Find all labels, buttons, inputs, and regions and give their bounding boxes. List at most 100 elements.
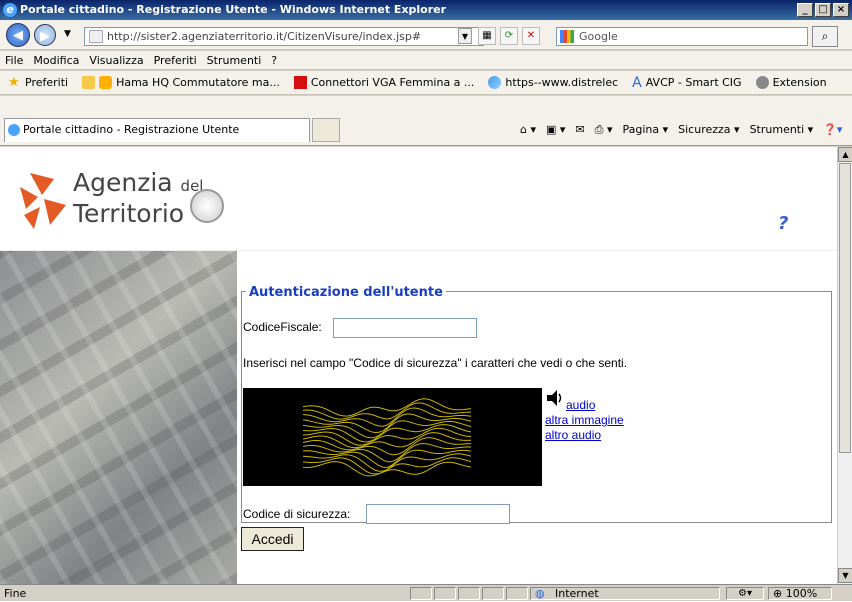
favorite-label: AVCP - Smart CIG <box>645 76 742 89</box>
codice-sicurezza-label: Codice di sicurezza: <box>243 507 351 521</box>
favorite-item-avcp[interactable]: A AVCP - Smart CIG <box>632 75 741 91</box>
codicefiscale-input[interactable] <box>333 318 477 338</box>
menu-preferiti[interactable]: Preferiti <box>154 51 197 69</box>
site-header: Agenzia del Territorio ? <box>0 147 837 251</box>
protected-mode-icon[interactable]: ⚙▾ <box>726 587 764 600</box>
history-dropdown-icon[interactable]: ▼ <box>64 29 71 39</box>
address-bar[interactable]: http://sister2.agenziaterritorio.it/Citi… <box>84 27 484 46</box>
minimize-button[interactable]: _ <box>797 3 813 17</box>
tab-title: Portale cittadino - Registrazione Utente <box>23 123 240 136</box>
menu-file[interactable]: File <box>5 51 23 69</box>
search-box[interactable]: Google <box>556 27 808 46</box>
address-dropdown-icon[interactable]: ▼ <box>458 28 472 44</box>
captcha-wave <box>302 461 472 477</box>
address-url: http://sister2.agenziaterritorio.it/Citi… <box>107 30 422 43</box>
captcha-instruction: Inserisci nel campo "Codice di sicurezza… <box>243 356 628 370</box>
codice-sicurezza-input[interactable] <box>366 504 510 524</box>
vertical-scrollbar[interactable]: ▲ ▼ <box>837 147 852 584</box>
scroll-thumb[interactable] <box>839 163 851 453</box>
avcp-icon: A <box>632 74 642 91</box>
favorite-label: https--www.distrelec <box>505 76 619 89</box>
scroll-up-icon[interactable]: ▲ <box>838 147 852 162</box>
status-pane <box>434 587 456 600</box>
status-bar: Fine ◍ Internet ⚙▾ ⊕ 100% <box>0 584 852 601</box>
close-button[interactable]: × <box>833 3 849 17</box>
favorites-button[interactable]: ★ Preferiti <box>8 76 68 89</box>
aerial-photo <box>0 251 237 584</box>
window-title: Portale cittadino - Registrazione Utente… <box>20 3 447 16</box>
favorite-label: Connettori VGA Femmina a ... <box>310 76 475 89</box>
captcha-wave <box>302 424 472 443</box>
favorite-item-distrelec[interactable]: https--www.distrelec <box>488 76 618 89</box>
status-pane <box>482 587 504 600</box>
menu-strumenti[interactable]: Strumenti <box>207 51 262 69</box>
search-placeholder: Google <box>579 30 618 43</box>
status-pane <box>410 587 432 600</box>
captcha-wave <box>302 432 472 449</box>
new-tab-button[interactable] <box>312 118 340 142</box>
star-icon: ★ <box>8 75 20 90</box>
stop-icon[interactable]: ✕ <box>522 27 540 45</box>
title-bar: e Portale cittadino - Registrazione Uten… <box>0 0 852 20</box>
menu-modifica[interactable]: Modifica <box>33 51 79 69</box>
accedi-button[interactable]: Accedi <box>241 527 304 551</box>
zone-pane: ◍ Internet <box>530 587 720 600</box>
home-icon[interactable]: ⌂ ▾ <box>520 123 536 137</box>
agenzia-logo-text: Agenzia del Territorio <box>73 169 203 227</box>
web-icon <box>488 76 502 89</box>
help-icon[interactable]: ? <box>778 213 788 234</box>
codicefiscale-label: CodiceFiscale: <box>243 320 322 334</box>
add-favorite-icon <box>82 76 96 89</box>
back-button[interactable]: ◀ <box>6 23 30 47</box>
favorite-label: Extension <box>772 76 827 89</box>
print-icon[interactable]: ⎙ ▾ <box>595 123 613 137</box>
favorites-bar: ★ Preferiti Hama HQ Commutatore ma... Co… <box>0 71 852 95</box>
ie-tab-icon <box>8 124 20 136</box>
menu-help[interactable]: ? <box>271 51 277 69</box>
feeds-icon[interactable]: ▣ ▾ <box>546 123 565 137</box>
mail-icon[interactable]: ✉ <box>575 123 584 137</box>
status-pane <box>506 587 528 600</box>
globe-icon: ◍ <box>535 587 545 600</box>
favorite-item-hama[interactable]: Hama HQ Commutatore ma... <box>82 76 280 89</box>
page-content: Agenzia del Territorio ? Autenticazione … <box>0 147 837 584</box>
zone-text: Internet <box>555 587 599 600</box>
captcha-image <box>243 388 542 486</box>
amazon-icon <box>99 76 113 89</box>
zoom-icon: ⊕ <box>773 587 783 600</box>
altra-immagine-link[interactable]: altra immagine <box>545 413 624 427</box>
audio-link[interactable]: audio <box>566 398 595 412</box>
address-toolbar: ◀ ▶ ▼ http://sister2.agenziaterritorio.i… <box>0 20 852 50</box>
forward-button[interactable]: ▶ <box>34 24 56 46</box>
status-text: Fine <box>4 587 27 600</box>
pagina-menu[interactable]: Pagina ▾ <box>622 123 668 137</box>
ie-logo-icon: e <box>3 3 17 17</box>
tab-active[interactable]: Portale cittadino - Registrazione Utente <box>4 118 310 142</box>
logo-line1: Agenzia <box>73 168 173 197</box>
status-pane <box>458 587 480 600</box>
menu-visualizza[interactable]: Visualizza <box>89 51 143 69</box>
captcha-wave <box>302 398 472 417</box>
compatibility-view-icon[interactable]: ▦ <box>478 27 496 45</box>
captcha-wave <box>302 407 472 427</box>
search-button[interactable]: ⌕ <box>812 26 838 47</box>
maximize-button[interactable]: □ <box>815 3 831 17</box>
google-icon <box>560 30 574 43</box>
menu-bar: File Modifica Visualizza Preferiti Strum… <box>0 51 852 70</box>
zoom-control[interactable]: ⊕ 100% <box>768 587 832 600</box>
refresh-icon[interactable]: ⟳ <box>500 27 518 45</box>
tab-bar: Portale cittadino - Registrazione Utente… <box>0 96 852 146</box>
speaker-icon[interactable] <box>545 389 565 407</box>
favorite-item-vga[interactable]: Connettori VGA Femmina a ... <box>293 76 475 89</box>
scroll-down-icon[interactable]: ▼ <box>838 568 852 583</box>
agenzia-logo-icon <box>20 173 66 229</box>
page-icon <box>89 30 103 43</box>
strumenti-menu[interactable]: Strumenti ▾ <box>750 123 814 137</box>
sicurezza-menu[interactable]: Sicurezza ▾ <box>678 123 739 137</box>
help-icon[interactable]: ❓▾ <box>823 123 842 137</box>
altro-audio-link[interactable]: altro audio <box>545 428 601 442</box>
captcha-wave <box>302 457 472 475</box>
favorite-item-extension[interactable]: Extension <box>755 76 827 89</box>
fieldset-legend: Autenticazione dell'utente <box>246 285 446 300</box>
captcha-wave <box>302 437 472 456</box>
